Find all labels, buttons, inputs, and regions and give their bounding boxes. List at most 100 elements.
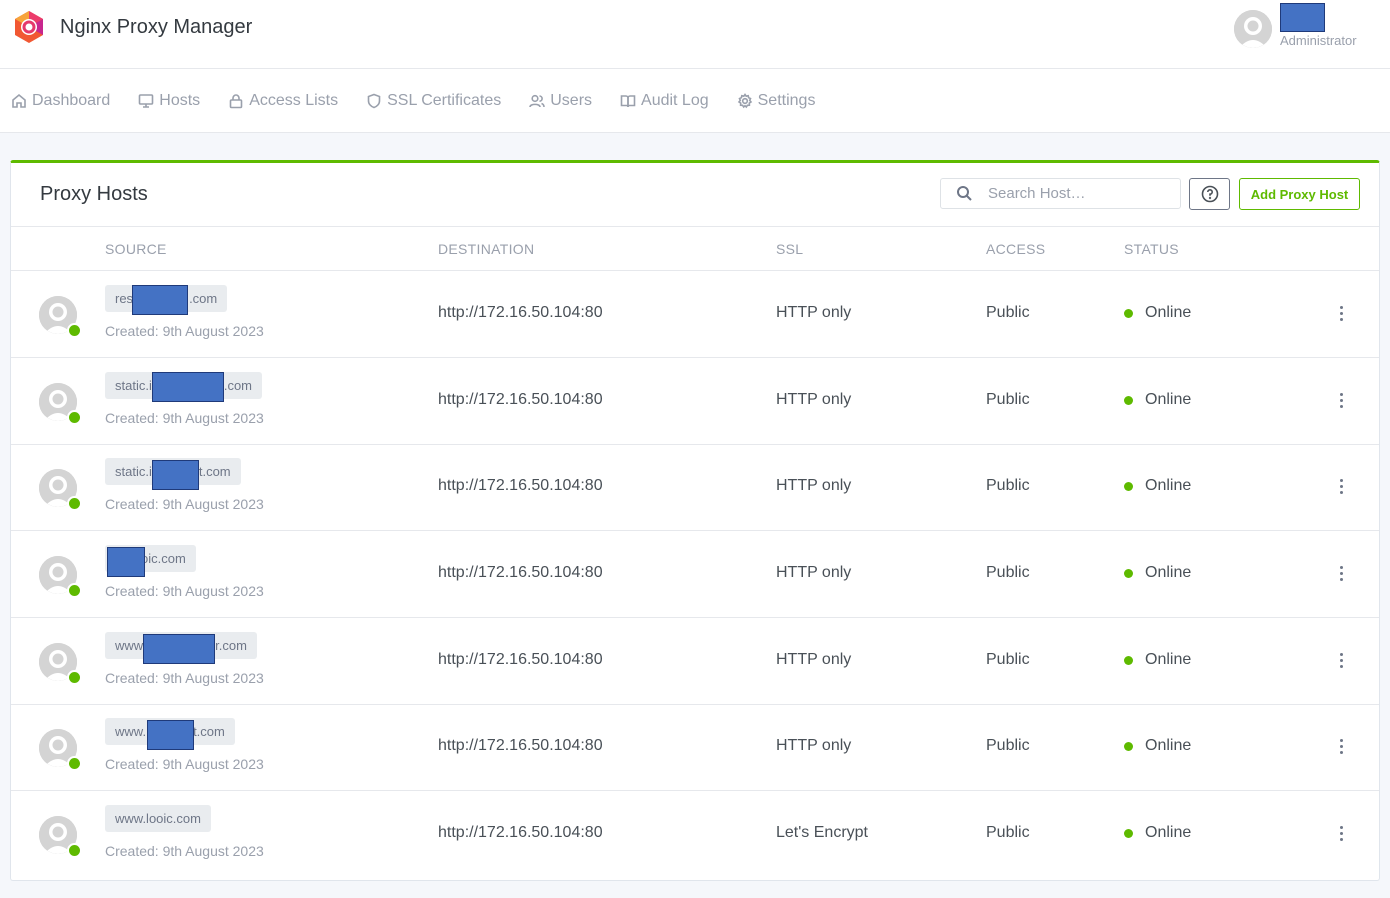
- column-header-status[interactable]: STATUS: [1124, 241, 1179, 257]
- created-date: Created: 9th August 2023: [105, 756, 264, 772]
- nav-item-ssl-certificates[interactable]: SSL Certificates: [366, 92, 501, 110]
- table-header: SOURCE DESTINATION SSL ACCESS STATUS: [11, 227, 1379, 271]
- status-label: Online: [1145, 737, 1192, 754]
- table-row[interactable]: oic.com Created: 9th August 2023 http://17…: [11, 531, 1379, 618]
- ssl-type: HTTP only: [776, 651, 852, 668]
- nav-item-hosts[interactable]: Hosts: [138, 92, 200, 110]
- nav-item-audit-log[interactable]: Audit Log: [620, 92, 709, 110]
- shield-icon: [366, 93, 382, 109]
- kebab-dot: [1339, 744, 1343, 748]
- status-dot-icon: [1124, 568, 1133, 578]
- add-proxy-host-button[interactable]: Add Proxy Host: [1239, 178, 1360, 210]
- source-suffix: t.com: [193, 724, 225, 739]
- row-actions-menu[interactable]: [1335, 648, 1347, 672]
- source-suffix: .com: [223, 378, 253, 393]
- access-type: Public: [986, 564, 1030, 581]
- redacted-domain: [147, 720, 194, 750]
- nav-item-settings[interactable]: Settings: [737, 92, 815, 110]
- proxy-hosts-card: Proxy Hosts Add Proxy Host SOURCE DESTIN…: [10, 160, 1380, 881]
- nav-item-label: Dashboard: [32, 92, 111, 109]
- nav-item-access-lists[interactable]: Access Lists: [228, 92, 338, 110]
- kebab-dot: [1339, 831, 1343, 835]
- kebab-dot: [1339, 565, 1343, 569]
- nginx-proxy-manager-logo-icon: [15, 11, 43, 43]
- table-row[interactable]: www r.com Created: 9th August 2023 http://1…: [11, 618, 1379, 705]
- access-type: Public: [986, 304, 1030, 321]
- destination-url: http://172.16.50.104:80: [438, 391, 603, 408]
- online-indicator: [67, 583, 82, 598]
- kebab-dot: [1339, 571, 1343, 575]
- source-prefix: res: [115, 291, 134, 306]
- created-date: Created: 9th August 2023: [105, 670, 264, 686]
- kebab-dot: [1339, 658, 1343, 662]
- created-date: Created: 9th August 2023: [105, 496, 264, 512]
- brand[interactable]: Nginx Proxy Manager: [12, 10, 252, 44]
- avatar[interactable]: [1234, 10, 1272, 48]
- online-indicator: [67, 843, 82, 858]
- destination-url: http://172.16.50.104:80: [438, 304, 603, 321]
- ssl-type: HTTP only: [776, 391, 852, 408]
- source-suffix: oic.com: [141, 551, 186, 566]
- redacted-domain: [152, 460, 199, 490]
- destination-url: http://172.16.50.104:80: [438, 477, 603, 494]
- destination-url: http://172.16.50.104:80: [438, 564, 603, 581]
- source-suffix: r.com: [215, 638, 247, 653]
- ssl-type: Let's Encrypt: [776, 824, 868, 841]
- status-badge: Online: [1124, 564, 1191, 582]
- row-actions-menu[interactable]: [1335, 734, 1347, 758]
- table-row[interactable]: static.i .com Created: 9th August 2023 http…: [11, 358, 1379, 445]
- gear-icon: [737, 93, 753, 109]
- lock-icon: [228, 93, 244, 109]
- row-actions-menu[interactable]: [1335, 474, 1347, 498]
- row-actions-menu[interactable]: [1335, 821, 1347, 845]
- user-menu[interactable]: Administrator: [1234, 3, 1380, 51]
- status-dot-icon: [1124, 741, 1133, 751]
- help-button[interactable]: [1189, 178, 1230, 210]
- online-indicator: [67, 756, 82, 771]
- user-role: Administrator: [1280, 33, 1357, 48]
- users-icon: [529, 93, 546, 109]
- status-label: Online: [1145, 651, 1192, 668]
- search-input[interactable]: [988, 185, 1178, 202]
- kebab-dot: [1339, 652, 1343, 656]
- row-actions-menu[interactable]: [1335, 388, 1347, 412]
- status-badge: Online: [1124, 304, 1191, 322]
- status-label: Online: [1145, 477, 1192, 494]
- redacted-domain: [107, 547, 145, 577]
- created-date: Created: 9th August 2023: [105, 583, 264, 599]
- row-actions-menu[interactable]: [1335, 301, 1347, 325]
- table-row[interactable]: res .com Created: 9th August 2023 http://17…: [11, 271, 1379, 358]
- table-row[interactable]: static.i t.com Created: 9th August 2023 htt…: [11, 444, 1379, 531]
- table-row[interactable]: www.looic.com Created: 9th August 2023 htt…: [11, 791, 1379, 878]
- table-row[interactable]: www. t.com Created: 9th August 2023 http://…: [11, 704, 1379, 791]
- kebab-dot: [1339, 577, 1343, 581]
- source-domain-tag[interactable]: www.looic.com: [105, 805, 211, 832]
- online-indicator: [67, 323, 82, 338]
- destination-url: http://172.16.50.104:80: [438, 737, 603, 754]
- created-date: Created: 9th August 2023: [105, 843, 264, 859]
- redacted-domain: [152, 372, 224, 402]
- redacted-username: [1280, 3, 1325, 32]
- page-title: Proxy Hosts: [40, 183, 148, 205]
- column-header-source[interactable]: SOURCE: [105, 241, 167, 257]
- source-prefix: static.i: [115, 378, 152, 393]
- source-suffix: .com: [189, 291, 218, 306]
- user-placeholder-icon: [1234, 10, 1272, 48]
- destination-url: http://172.16.50.104:80: [438, 651, 603, 668]
- access-type: Public: [986, 651, 1030, 668]
- nav-item-label: Access Lists: [249, 92, 339, 109]
- nav-item-users[interactable]: Users: [529, 92, 592, 110]
- row-actions-menu[interactable]: [1335, 561, 1347, 585]
- online-indicator: [67, 410, 82, 425]
- ssl-type: HTTP only: [776, 304, 852, 321]
- destination-url: http://172.16.50.104:80: [438, 824, 603, 841]
- source-prefix: www.looic.com: [115, 811, 201, 826]
- column-header-access[interactable]: ACCESS: [986, 241, 1045, 257]
- nav-item-label: Audit Log: [641, 92, 709, 109]
- ssl-type: HTTP only: [776, 564, 852, 581]
- column-header-destination[interactable]: DESTINATION: [438, 241, 534, 257]
- search-box[interactable]: [940, 178, 1181, 209]
- nav-item-dashboard[interactable]: Dashboard: [11, 92, 110, 110]
- column-header-ssl[interactable]: SSL: [776, 241, 803, 257]
- status-label: Online: [1145, 304, 1192, 321]
